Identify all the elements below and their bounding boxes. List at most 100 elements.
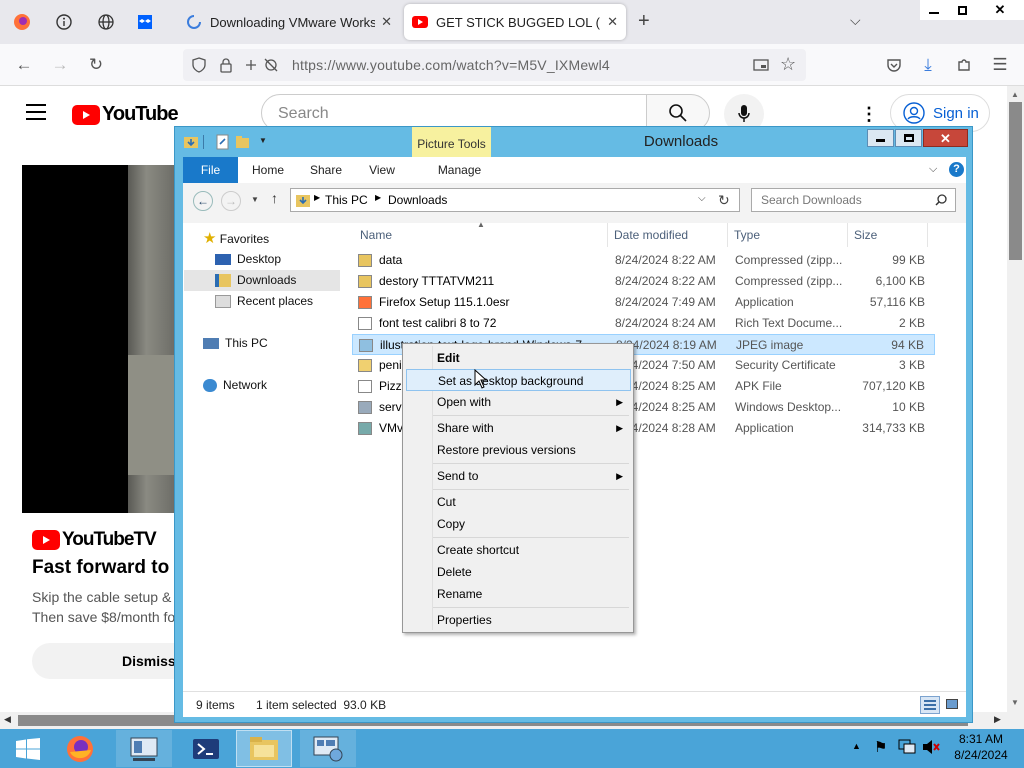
file-row[interactable]: font test calibri 8 to 72 8/24/2024 8:24 …	[352, 313, 935, 334]
nav-recent-places[interactable]: Recent places	[215, 291, 313, 312]
breadcrumb-separator-icon[interactable]: ▶	[375, 193, 381, 202]
refresh-icon[interactable]: ↻	[718, 192, 730, 209]
minimize-icon[interactable]	[867, 129, 894, 147]
tab-manage[interactable]: Manage	[420, 157, 499, 183]
video-player[interactable]	[22, 165, 174, 513]
menu-item-share-with[interactable]: Share with ▶	[406, 417, 631, 439]
address-bar[interactable]: ▶ This PC ▶ Downloads ⌵ ↻	[290, 188, 740, 212]
lock-icon[interactable]	[219, 57, 233, 73]
maximize-icon[interactable]	[895, 129, 922, 147]
file-row[interactable]: destory TTTATVM211 8/24/2024 8:22 AM Compr…	[352, 271, 935, 292]
forward-arrow-icon[interactable]: →	[221, 191, 241, 211]
explorer-titlebar[interactable]: ▼ Picture Tools Downloads ✕	[175, 127, 972, 157]
close-icon[interactable]: ✕	[976, 0, 1024, 20]
breadcrumb-downloads[interactable]: Downloads	[388, 193, 447, 207]
reload-icon[interactable]: ↻	[80, 49, 112, 81]
tab-vmware-download[interactable]: Downloading VMware Workstati ✕	[178, 4, 400, 40]
menu-item-create-shortcut[interactable]: Create shortcut	[406, 539, 631, 561]
column-type[interactable]: Type	[728, 223, 848, 247]
show-hidden-icons-chevron-icon[interactable]: ▲	[852, 741, 861, 751]
tab-close-icon[interactable]: ✕	[381, 14, 392, 30]
up-arrow-icon[interactable]: ↑	[271, 190, 278, 206]
volume-muted-icon[interactable]	[922, 739, 940, 755]
search-downloads-input[interactable]: Search Downloads	[751, 188, 956, 212]
info-icon[interactable]	[42, 0, 86, 44]
youtube-logo[interactable]: YouTube	[72, 103, 179, 126]
url-text[interactable]: https://www.youtube.com/watch?v=M5V_IXMe…	[292, 57, 610, 73]
tab-list-chevron-icon[interactable]: ⌵	[850, 12, 861, 29]
nav-network[interactable]: Network	[203, 375, 267, 396]
tab-file[interactable]: File	[183, 157, 238, 183]
nav-thispc[interactable]: This PC	[203, 333, 268, 354]
scroll-up-icon[interactable]: ▲	[1011, 90, 1019, 99]
action-center-flag-icon[interactable]: ⚑	[874, 738, 887, 756]
nav-desktop[interactable]: Desktop	[215, 249, 281, 270]
firefox-icon[interactable]	[52, 730, 108, 767]
column-date[interactable]: Date modified	[608, 223, 728, 247]
shield-icon[interactable]	[191, 57, 207, 73]
new-tab-icon[interactable]: +	[638, 10, 650, 33]
help-icon[interactable]: ?	[949, 162, 964, 177]
address-history-chevron-icon[interactable]: ⌵	[698, 193, 706, 204]
pocket-icon[interactable]	[878, 49, 910, 81]
downloads-icon[interactable]: ⤓	[912, 49, 944, 81]
network-settings-icon[interactable]	[300, 730, 356, 767]
globe-icon[interactable]	[84, 0, 128, 44]
tab-stick-bugged[interactable]: GET STICK BUGGED LOL (EXTEN ✕	[404, 4, 626, 40]
picture-in-picture-icon[interactable]	[753, 57, 769, 73]
menu-item-rename[interactable]: Rename	[406, 583, 631, 605]
restore-icon[interactable]	[948, 0, 976, 20]
menu-item-send-to[interactable]: Send to ▶	[406, 465, 631, 487]
file-row[interactable]: data 8/24/2024 8:22 AM Compressed (zipp...…	[352, 250, 935, 271]
tab-close-icon[interactable]: ✕	[607, 14, 618, 30]
scroll-left-icon[interactable]: ◀	[4, 714, 11, 725]
scroll-down-icon[interactable]: ▼	[1011, 698, 1019, 707]
firefox-menu-icon[interactable]	[0, 0, 44, 44]
menu-item-copy[interactable]: Copy	[406, 513, 631, 535]
more-options-icon[interactable]: ⋮	[860, 104, 878, 125]
scrollbar-thumb[interactable]	[1009, 102, 1022, 260]
yt-menu-icon[interactable]	[26, 104, 46, 120]
scroll-right-icon[interactable]: ▶	[994, 714, 1001, 725]
new-folder-icon[interactable]	[235, 134, 251, 150]
windows-start-icon[interactable]	[0, 730, 56, 767]
column-size[interactable]: Size	[848, 223, 928, 247]
menu-item-open-with[interactable]: Open with ▶	[406, 391, 631, 413]
details-view-icon[interactable]	[920, 696, 940, 714]
properties-icon[interactable]	[216, 134, 230, 150]
minimize-icon[interactable]	[920, 0, 948, 20]
dropbox-icon[interactable]	[123, 0, 167, 44]
menu-item-set-desktop-background[interactable]: Set as desktop background	[406, 369, 631, 391]
large-icons-view-icon[interactable]	[943, 696, 961, 714]
server-manager-icon[interactable]	[116, 730, 172, 767]
back-arrow-icon[interactable]: ←	[193, 191, 213, 211]
tab-view[interactable]: View	[357, 157, 407, 183]
clock[interactable]: 8:31 AM 8/24/2024	[946, 731, 1016, 763]
ribbon-expand-chevron-icon[interactable]: ⌵	[929, 163, 937, 176]
back-arrow-icon[interactable]: ←	[8, 49, 40, 81]
menu-item-edit[interactable]: Edit	[406, 347, 631, 369]
permissions-icon[interactable]	[243, 57, 283, 73]
menu-item-restore-previous-versions[interactable]: Restore previous versions	[406, 439, 631, 461]
menu-item-delete[interactable]: Delete	[406, 561, 631, 583]
nav-favorites[interactable]: ★ Favorites	[203, 228, 269, 249]
quick-access-dropdown-icon[interactable]: ▼	[259, 136, 267, 145]
file-explorer-icon[interactable]	[236, 730, 292, 767]
network-tray-icon[interactable]	[898, 739, 916, 755]
search-icon[interactable]	[935, 194, 947, 206]
extensions-icon[interactable]	[948, 49, 980, 81]
breadcrumb-separator-icon[interactable]: ▶	[314, 193, 320, 202]
page-scrollbar[interactable]: ▲ ▼	[1007, 86, 1024, 712]
bookmark-star-icon[interactable]: ☆	[780, 54, 796, 75]
hamburger-menu-icon[interactable]: ☰	[984, 49, 1016, 81]
powershell-icon[interactable]	[178, 730, 234, 767]
url-bar[interactable]: https://www.youtube.com/watch?v=M5V_IXMe…	[183, 49, 806, 81]
menu-item-properties[interactable]: Properties	[406, 609, 631, 631]
menu-item-cut[interactable]: Cut	[406, 491, 631, 513]
recent-locations-icon[interactable]: ▼	[251, 195, 259, 204]
breadcrumb-thispc[interactable]: This PC	[325, 193, 368, 207]
nav-downloads[interactable]: Downloads	[184, 270, 340, 291]
file-row[interactable]: Firefox Setup 115.1.0esr 8/24/2024 7:49 A…	[352, 292, 935, 313]
tab-share[interactable]: Share	[301, 157, 351, 183]
forward-arrow-icon[interactable]: →	[44, 49, 76, 81]
